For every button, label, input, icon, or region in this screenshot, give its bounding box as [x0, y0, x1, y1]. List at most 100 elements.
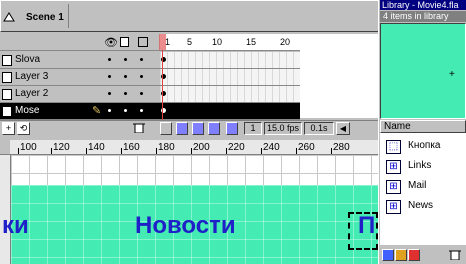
- library-item-label: Кнопка: [408, 140, 441, 151]
- visibility-dot[interactable]: [108, 92, 111, 95]
- frames-row[interactable]: [160, 52, 300, 69]
- ruler-tick: [86, 148, 87, 154]
- button-symbol-icon: ⬚: [386, 140, 401, 154]
- ruler-tick: [226, 148, 227, 154]
- ruler-tick: [261, 148, 262, 154]
- modify-onion-markers-icon[interactable]: [226, 122, 238, 135]
- ruler-tick: [51, 148, 52, 154]
- new-symbol-icon[interactable]: [382, 249, 394, 261]
- center-frame-icon[interactable]: [160, 122, 172, 135]
- library-title[interactable]: Library - Movie4.fla: [380, 0, 466, 10]
- layer-name: Layer 2: [15, 88, 49, 99]
- ruler-label: 160: [123, 142, 140, 153]
- lock-dot[interactable]: [124, 75, 127, 78]
- properties-icon[interactable]: [408, 249, 420, 261]
- visibility-dot[interactable]: [108, 58, 111, 61]
- button-symbol-icon: ⊞: [386, 160, 401, 174]
- ruler-tick: [331, 148, 332, 154]
- edit-multiple-frames-icon[interactable]: [208, 122, 220, 135]
- library-item-knopka[interactable]: ⬚ Кнопка: [380, 136, 466, 156]
- ruler-label: 280: [333, 142, 350, 153]
- onion-skin-outlines-icon[interactable]: [192, 122, 204, 135]
- lock-dot[interactable]: [124, 109, 127, 112]
- layer-row-layer-2[interactable]: Layer 2: [0, 86, 160, 103]
- ruler-label: 120: [53, 142, 70, 153]
- new-folder-icon[interactable]: [395, 249, 407, 261]
- ruler-tick: [121, 148, 122, 154]
- outline-icon[interactable]: [138, 37, 148, 47]
- crosshair-icon: +: [449, 69, 455, 80]
- frames-empty-area[interactable]: [300, 34, 378, 118]
- scroll-left-icon[interactable]: ◀: [336, 122, 350, 135]
- lock-icon[interactable]: [120, 37, 129, 47]
- layer-name: Slova: [15, 54, 41, 65]
- ruler-label: 260: [298, 142, 315, 153]
- stage-work-area[interactable]: [11, 155, 378, 185]
- frames-row-selected[interactable]: [160, 103, 300, 120]
- visibility-dot[interactable]: [108, 109, 111, 112]
- ruler-tick: [296, 148, 297, 154]
- layer-icon: [2, 106, 12, 117]
- ruler-corner: [0, 140, 10, 154]
- library-item-mail[interactable]: ⊞ Mail: [380, 176, 466, 196]
- outline-dot[interactable]: [140, 92, 143, 95]
- layer-row-mose[interactable]: Mose ✎: [0, 103, 160, 120]
- time-readout: 0.1s: [304, 122, 334, 135]
- frames-row[interactable]: [160, 86, 300, 103]
- frame-number: 20: [280, 37, 291, 47]
- library-item-label: Links: [408, 160, 432, 171]
- layer-icon: [2, 89, 12, 100]
- trash-icon[interactable]: [448, 249, 462, 261]
- library-name-column-header[interactable]: Name: [380, 120, 466, 133]
- ruler-label: 100: [20, 142, 37, 153]
- ruler-label: 200: [193, 142, 210, 153]
- delete-layer-icon[interactable]: [132, 122, 146, 134]
- menu-text-right[interactable]: П: [358, 212, 375, 240]
- library-item-label: News: [408, 200, 434, 211]
- frames-row[interactable]: [160, 69, 300, 86]
- current-frame-readout: 1: [244, 122, 262, 135]
- fps-readout: 15.0 fps: [264, 122, 302, 135]
- ruler-tick: [191, 148, 192, 154]
- layer-row-layer-3[interactable]: Layer 3: [0, 69, 160, 86]
- library-item-label: Mail: [408, 180, 427, 191]
- scene-label[interactable]: Scene 1: [26, 12, 64, 23]
- outline-dot[interactable]: [140, 109, 143, 112]
- button-symbol-icon: ⊞: [386, 200, 401, 214]
- add-guide-layer-icon[interactable]: ⟲: [17, 122, 30, 135]
- toolbar-divider: [68, 4, 69, 28]
- visibility-dot[interactable]: [108, 75, 111, 78]
- menu-text-left[interactable]: ки: [2, 212, 29, 240]
- lock-dot[interactable]: [124, 58, 127, 61]
- ruler-label: 140: [88, 142, 105, 153]
- button-symbol-icon: ⊞: [386, 180, 401, 194]
- playhead-line: [162, 50, 163, 120]
- column-header-label: Name: [384, 121, 411, 132]
- layer-name: Layer 3: [15, 71, 49, 82]
- add-layer-icon[interactable]: +: [2, 122, 15, 135]
- library-item-count: 4 items in library: [380, 11, 466, 22]
- lock-dot[interactable]: [124, 92, 127, 95]
- ruler-tick: [156, 148, 157, 154]
- layer-icon: [2, 55, 12, 66]
- frame-number: 10: [212, 37, 223, 47]
- ruler-label: 240: [263, 142, 280, 153]
- ruler-tick: [18, 148, 19, 154]
- frame-number: 5: [187, 37, 193, 47]
- library-item-links[interactable]: ⊞ Links: [380, 156, 466, 176]
- ruler-label: 220: [228, 142, 245, 153]
- layer-row-slova[interactable]: Slova: [0, 52, 160, 69]
- menu-text-news[interactable]: Новости: [135, 212, 236, 240]
- vertical-ruler: [0, 155, 11, 264]
- ruler-label: 180: [158, 142, 175, 153]
- outline-dot[interactable]: [140, 58, 143, 61]
- frame-ruler[interactable]: [160, 34, 300, 51]
- eye-icon[interactable]: 👁: [104, 36, 118, 49]
- layer-name: Mose: [15, 105, 40, 116]
- library-item-news[interactable]: ⊞ News: [380, 196, 466, 216]
- onion-skin-icon[interactable]: [176, 122, 188, 135]
- playhead[interactable]: [159, 34, 166, 50]
- library-preview: +: [380, 23, 466, 119]
- frame-number: 15: [246, 37, 257, 47]
- outline-dot[interactable]: [140, 75, 143, 78]
